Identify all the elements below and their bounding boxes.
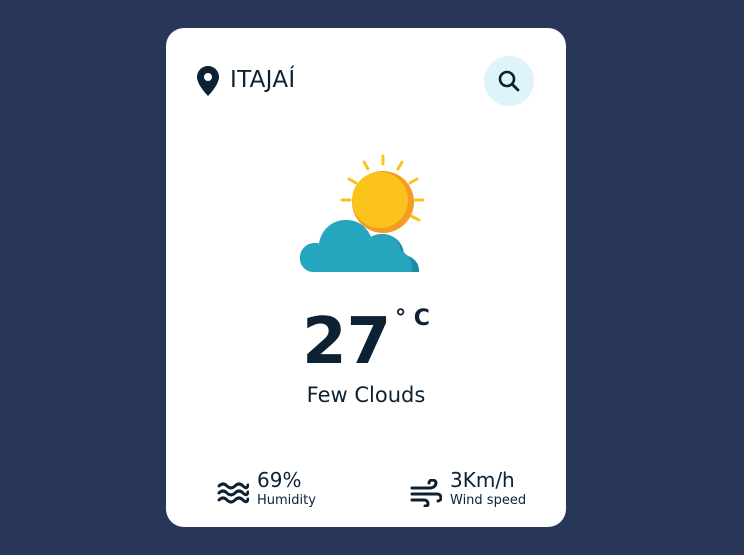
search-button[interactable] — [484, 56, 534, 106]
city-name: ITAJAÍ — [230, 67, 296, 93]
waves-icon — [217, 482, 249, 504]
wind-speed-value: 3Km/h — [450, 468, 515, 492]
wind-speed-label: Wind speed — [450, 493, 527, 508]
humidity-stat: 69% Humidity — [217, 468, 316, 510]
weather-card: ITAJAÍ 27 ° C Few Clouds 69% Humidity 3K… — [166, 28, 566, 527]
weather-condition: Few Clouds — [306, 383, 426, 407]
humidity-value: 69% — [257, 468, 302, 492]
temperature-unit: ° C — [395, 306, 430, 331]
wind-icon — [410, 479, 442, 507]
temperature-value: 27 — [302, 305, 392, 379]
humidity-label: Humidity — [257, 493, 316, 508]
temperature-display: 27 ° C — [166, 304, 566, 380]
wind-stat: 3Km/h Wind speed — [410, 468, 526, 510]
map-pin-icon — [197, 66, 219, 96]
search-icon — [498, 70, 520, 92]
sun-behind-cloud-icon — [300, 154, 425, 272]
